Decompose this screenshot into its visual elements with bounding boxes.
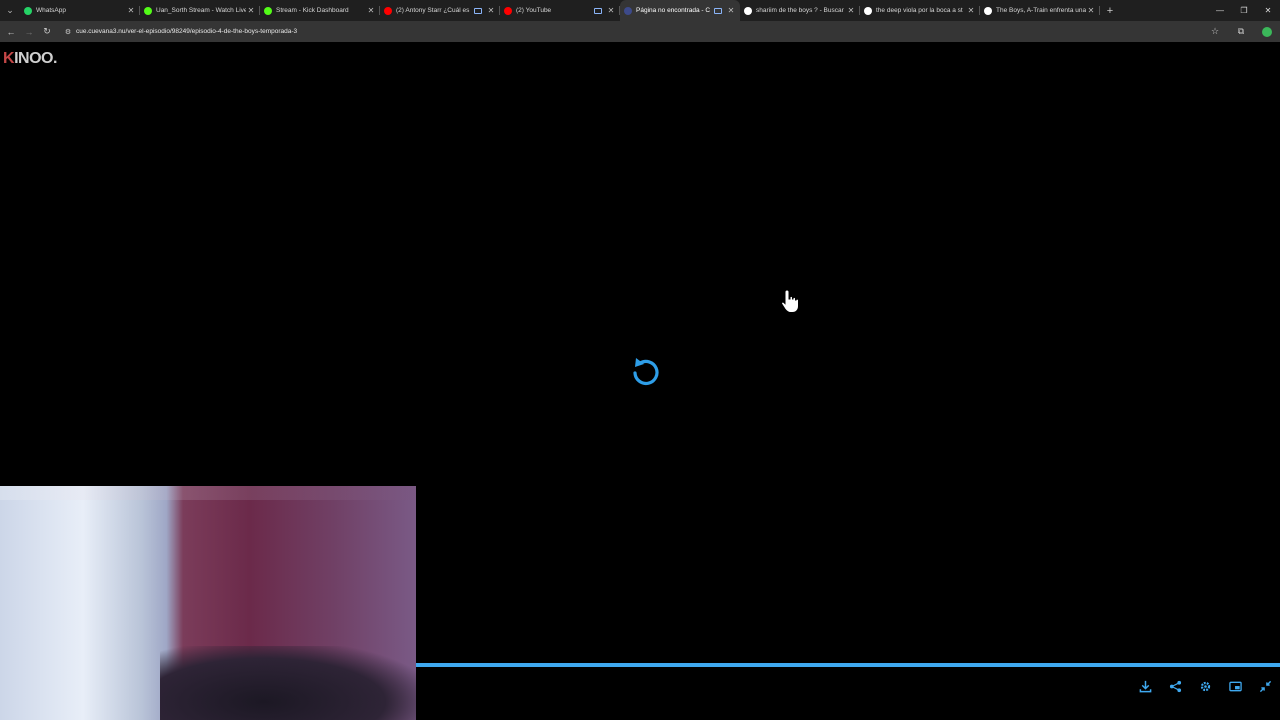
close-window-button[interactable]: ✕ [1256,0,1280,21]
google-icon [864,6,872,15]
bookmark-star-icon[interactable]: ☆ [1202,21,1228,42]
tab-strip: ⌄ WhatsApp ✕ Uan_Sorth Stream - Watch Live… [0,0,1280,21]
reload-button[interactable]: ↻ [38,23,56,41]
tab-close-button[interactable]: ✕ [966,6,976,15]
site-logo[interactable]: KINOO. [3,50,57,68]
tab-close-button[interactable]: ✕ [246,6,256,15]
google-icon [744,6,752,15]
tab-title: Página no encontrada - Cue [636,7,710,14]
window-controls: — ❐ ✕ [1208,0,1280,21]
tab-close-button[interactable]: ✕ [726,6,736,15]
tab-title: Stream - Kick Dashboard [276,7,349,14]
url-text[interactable]: cue.cuevana3.nu/ver-el-episodio/98249/ep… [76,28,297,35]
new-tab-button[interactable]: + [1100,0,1120,21]
tab-close-button[interactable]: ✕ [126,6,136,15]
browser-tab[interactable]: WhatsApp ✕ [20,0,140,21]
video-progress-bar[interactable] [416,663,1280,667]
share-button[interactable] [1160,674,1190,698]
player-controls [1130,674,1280,698]
share-icon [1169,680,1181,692]
tab-title: WhatsApp [36,7,66,14]
browser-tab[interactable]: Stream - Kick Dashboard ✕ [260,0,380,21]
minimize-button[interactable]: — [1208,0,1232,21]
settings-button[interactable] [1190,674,1220,698]
site-info-icon[interactable]: ⚙ [60,28,76,36]
picture-in-picture-button[interactable] [1220,674,1250,698]
browser-toolbar: ← → ↻ ⚙ cue.cuevana3.nu/ver-el-episodio/… [0,21,1280,42]
tab-title: (2) YouTube [516,7,552,14]
fullscreen-exit-icon [1259,680,1271,692]
tab-media-icon [714,7,722,14]
browser-tab[interactable]: Uan_Sorth Stream - Watch Live ✕ [140,0,260,21]
forward-button[interactable]: → [20,23,38,41]
tab-title: Uan_Sorth Stream - Watch Live [156,7,246,14]
kick-icon [264,6,272,15]
tab-separator [1099,6,1100,15]
extensions-icon[interactable]: ⧉ [1228,21,1254,42]
browser-tab[interactable]: (2) Antony Starr ¿Cuál es la ✕ [380,0,500,21]
tab-title: shariim de the boys ? - Buscar [756,7,844,14]
replay-icon[interactable] [627,354,663,390]
restore-button[interactable]: ❐ [1232,0,1256,21]
back-button[interactable]: ← [2,23,20,41]
tab-search-button[interactable]: ⌄ [0,0,20,21]
profile-avatar[interactable] [1254,21,1280,42]
tab-close-button[interactable]: ✕ [606,6,616,15]
address-bar[interactable]: ⚙ cue.cuevana3.nu/ver-el-episodio/98249/… [60,24,1200,39]
fullscreen-exit-button[interactable] [1250,674,1280,698]
tab-title: the deep viola por la boca a st [876,7,963,14]
kick-icon [144,6,152,15]
cuevana-icon [624,6,632,15]
browser-tab[interactable]: the deep viola por la boca a st ✕ [860,0,980,21]
tab-title: The Boys, A-Train enfrenta una [996,7,1086,14]
tab-media-icon [474,7,482,14]
tab-list: WhatsApp ✕ Uan_Sorth Stream - Watch Live ✕ S… [20,0,1100,21]
tab-media-icon [594,7,602,14]
picture-in-picture-icon [1228,681,1242,691]
download-icon [1139,680,1151,692]
browser-tab[interactable]: The Boys, A-Train enfrenta una ✕ [980,0,1100,21]
browser-tab[interactable]: Página no encontrada - Cue ✕ [620,0,740,21]
youtube-icon [504,6,512,15]
google-icon [984,6,992,15]
hand-cursor-icon [781,289,799,313]
tab-close-button[interactable]: ✕ [846,6,856,15]
youtube-icon [384,6,392,15]
page-content: KINOO. [0,42,1280,720]
tab-close-button[interactable]: ✕ [486,6,496,15]
whatsapp-icon [24,6,32,15]
tab-close-button[interactable]: ✕ [366,6,376,15]
tab-close-button[interactable]: ✕ [1086,6,1096,15]
tab-title: (2) Antony Starr ¿Cuál es la [396,7,470,14]
browser-tab[interactable]: (2) YouTube ✕ [500,0,620,21]
progress-fill [416,663,1280,667]
settings-icon [1200,681,1210,691]
browser-tab[interactable]: shariim de the boys ? - Buscar ✕ [740,0,860,21]
download-button[interactable] [1130,674,1160,698]
webcam-overlay [0,486,416,720]
